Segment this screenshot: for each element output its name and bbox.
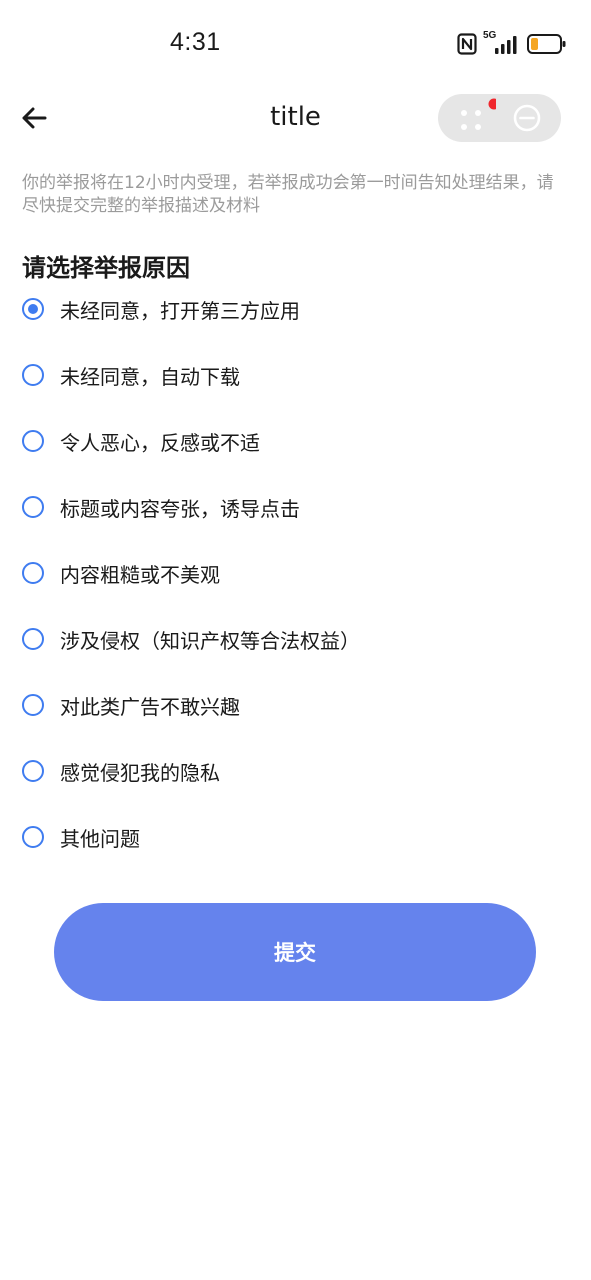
nfc-icon [457,33,477,55]
battery-icon [527,34,566,54]
radio-icon[interactable] [22,364,44,386]
minus-circle-icon [513,104,541,132]
submit-button[interactable]: 提交 [54,903,536,1001]
radio-icon[interactable] [22,826,44,848]
mini-program-capsule [438,94,561,142]
radio-icon[interactable] [22,760,44,782]
status-bar: 4:31 5G [0,0,591,88]
report-reason-list: 未经同意，打开第三方应用 未经同意，自动下载 令人恶心，反感或不适 标题或内容夸… [0,276,591,870]
reason-label: 其他问题 [60,826,140,851]
radio-selected-icon[interactable] [22,298,44,320]
header: title [0,88,591,148]
reason-label: 未经同意，打开第三方应用 [60,298,300,323]
reason-option-8[interactable]: 感觉侵犯我的隐私 [0,738,591,804]
reason-option-4[interactable]: 标题或内容夸张，诱导点击 [0,474,591,540]
reason-label: 未经同意，自动下载 [60,364,240,389]
radio-icon[interactable] [22,496,44,518]
reason-option-9[interactable]: 其他问题 [0,804,591,870]
radio-icon[interactable] [22,430,44,452]
reason-label: 对此类广告不敢兴趣 [60,694,240,719]
radio-icon[interactable] [22,562,44,584]
radio-icon[interactable] [22,628,44,650]
reason-option-3[interactable]: 令人恶心，反感或不适 [0,408,591,474]
reason-option-2[interactable]: 未经同意，自动下载 [0,342,591,408]
notification-badge [488,98,500,110]
reason-option-7[interactable]: 对此类广告不敢兴趣 [0,672,591,738]
cellular-signal-icon: 5G [483,30,517,55]
reason-label: 标题或内容夸张，诱导点击 [60,496,300,521]
reason-option-6[interactable]: 涉及侵权（知识产权等合法权益） [0,606,591,672]
status-icons: 5G [457,30,567,56]
close-button[interactable] [508,98,554,138]
report-notice: 你的举报将在12小时内受理，若举报成功会第一时间告知处理结果，请尽快提交完整的举… [22,173,554,216]
reason-label: 感觉侵犯我的隐私 [60,760,220,785]
reason-label: 令人恶心，反感或不适 [60,430,260,455]
reason-label: 内容粗糙或不美观 [60,562,220,587]
more-button[interactable] [450,98,500,138]
signal-bars-icon [495,36,517,54]
status-time: 4:31 [170,28,221,56]
capsule-divider [499,108,500,128]
radio-icon[interactable] [22,694,44,716]
more-dots-icon [461,98,500,130]
reason-label: 涉及侵权（知识产权等合法权益） [60,628,360,653]
reason-option-1[interactable]: 未经同意，打开第三方应用 [0,276,591,342]
reason-option-5[interactable]: 内容粗糙或不美观 [0,540,591,606]
